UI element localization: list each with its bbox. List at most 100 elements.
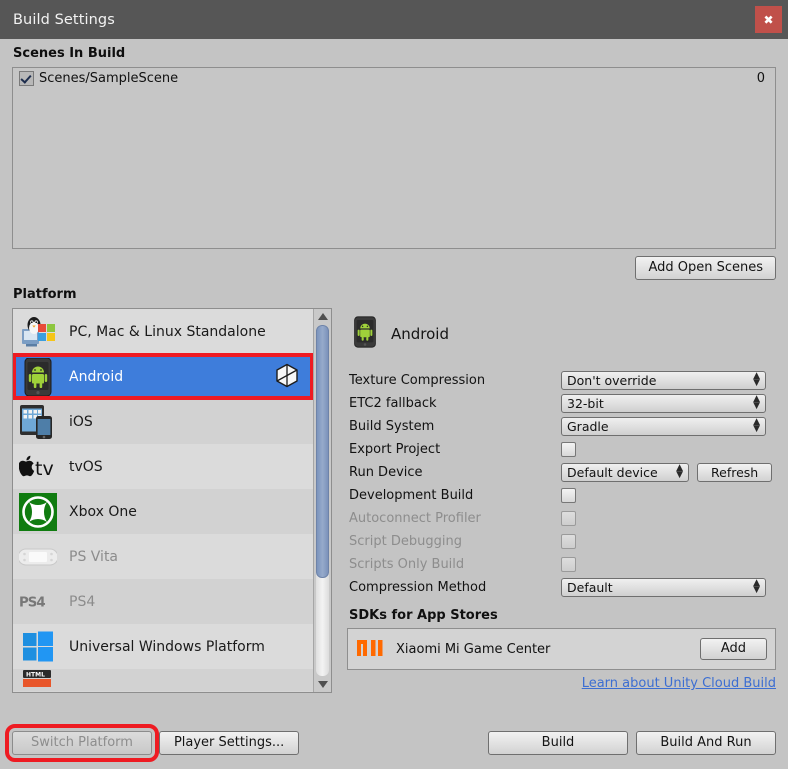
xiaomi-mi-icon (356, 636, 384, 663)
platform-item-webgl[interactable]: HTML (13, 669, 313, 691)
scripts-only-build-label: Scripts Only Build (347, 557, 561, 572)
compression-method-label: Compression Method (347, 580, 561, 595)
svg-text:tv: tv (35, 458, 54, 479)
run-device-label: Run Device (347, 465, 561, 480)
platform-item-label: iOS (69, 414, 93, 430)
pc-mac-linux-icon (19, 313, 57, 351)
sdk-list-item: Xiaomi Mi Game Center Add (347, 628, 776, 670)
platform-settings-panel: Android Texture Compression Don't overri… (347, 308, 776, 693)
platform-item-tvos[interactable]: tv tvOS (13, 444, 313, 489)
platform-item-label: tvOS (69, 459, 103, 475)
build-system-label: Build System (347, 419, 561, 434)
scripts-only-build-row: Scripts Only Build (347, 553, 776, 575)
platform-item-android[interactable]: Android (13, 354, 313, 399)
sdk-add-button[interactable]: Add (700, 638, 767, 660)
xbox-one-icon (19, 493, 57, 531)
texture-compression-label: Texture Compression (347, 373, 561, 388)
texture-compression-value: Don't override (567, 373, 747, 388)
autoconnect-profiler-label: Autoconnect Profiler (347, 511, 561, 526)
platform-item-label: PS Vita (69, 549, 118, 565)
tvos-icon: tv (19, 448, 57, 486)
platform-item-ps4[interactable]: PS4 PS4 (13, 579, 313, 624)
compression-method-dropdown[interactable]: Default ▲▼ (561, 578, 766, 597)
add-open-scenes-row: Add Open Scenes (12, 256, 776, 280)
chevron-updown-icon: ▲▼ (676, 465, 683, 479)
platform-item-label: PS4 (69, 594, 95, 610)
scene-enabled-checkbox[interactable] (19, 71, 34, 86)
ps-vita-icon (19, 538, 57, 576)
footer-bar: Switch Platform Player Settings... Build… (12, 731, 776, 755)
script-debugging-checkbox (561, 534, 576, 549)
scene-index-label: 0 (757, 71, 768, 86)
sdk-name-label: Xiaomi Mi Game Center (396, 642, 700, 657)
unity-current-platform-icon (274, 362, 300, 391)
selected-platform-header: Android (353, 316, 776, 351)
footer-right-group: Build Build And Run (488, 731, 776, 755)
scene-path-label: Scenes/SampleScene (39, 71, 757, 86)
run-device-value: Default device (567, 465, 670, 480)
cloud-build-link[interactable]: Learn about Unity Cloud Build (582, 676, 776, 691)
close-icon[interactable]: ✖ (755, 6, 782, 33)
switch-platform-button[interactable]: Switch Platform (12, 731, 152, 755)
etc2-fallback-dropdown[interactable]: 32-bit ▲▼ (561, 394, 766, 413)
script-debugging-label: Script Debugging (347, 534, 561, 549)
export-project-checkbox[interactable] (561, 442, 576, 457)
platform-item-xbox-one[interactable]: Xbox One (13, 489, 313, 534)
scroll-down-icon[interactable] (318, 681, 328, 688)
platform-item-universal-windows-platform[interactable]: Universal Windows Platform (13, 624, 313, 669)
chevron-updown-icon: ▲▼ (753, 396, 760, 410)
scripts-only-build-checkbox (561, 557, 576, 572)
player-settings-button[interactable]: Player Settings... (159, 731, 299, 755)
platform-list-scrollbar[interactable] (313, 309, 331, 692)
cloud-build-link-row: Learn about Unity Cloud Build (347, 676, 776, 691)
sdks-heading: SDKs for App Stores (349, 608, 776, 623)
scenes-in-build-list[interactable]: Scenes/SampleScene 0 (12, 67, 776, 249)
dialog-body: Scenes In Build Scenes/SampleScene 0 Add… (0, 46, 788, 769)
platform-item-label: PC, Mac & Linux Standalone (69, 324, 266, 340)
texture-compression-dropdown[interactable]: Don't override ▲▼ (561, 371, 766, 390)
chevron-updown-icon: ▲▼ (753, 419, 760, 433)
build-button[interactable]: Build (488, 731, 628, 755)
platform-item-ios[interactable]: iOS (13, 399, 313, 444)
etc2-fallback-row: ETC2 fallback 32-bit ▲▼ (347, 392, 776, 414)
build-system-dropdown[interactable]: Gradle ▲▼ (561, 417, 766, 436)
selected-platform-name: Android (391, 325, 449, 343)
build-system-value: Gradle (567, 419, 747, 434)
window-titlebar: Build Settings ✖ (0, 0, 788, 39)
export-project-row: Export Project (347, 438, 776, 460)
scene-list-item[interactable]: Scenes/SampleScene 0 (13, 68, 775, 89)
scenes-in-build-heading: Scenes In Build (13, 46, 776, 61)
platform-item-label: Android (69, 369, 123, 385)
scroll-up-icon[interactable] (318, 313, 328, 320)
add-open-scenes-button[interactable]: Add Open Scenes (635, 256, 776, 280)
platform-list-container: PC, Mac & Linux Standalone (12, 308, 332, 693)
platform-list[interactable]: PC, Mac & Linux Standalone (13, 309, 313, 692)
etc2-fallback-value: 32-bit (567, 396, 747, 411)
export-project-label: Export Project (347, 442, 561, 457)
window-title: Build Settings (13, 12, 115, 28)
chevron-updown-icon: ▲▼ (753, 580, 760, 594)
compression-method-row: Compression Method Default ▲▼ (347, 576, 776, 598)
ps4-icon: PS4 (19, 583, 57, 621)
svg-text:PS4: PS4 (19, 595, 45, 609)
scrollbar-thumb[interactable] (316, 325, 329, 578)
development-build-checkbox[interactable] (561, 488, 576, 503)
autoconnect-profiler-checkbox (561, 511, 576, 526)
android-icon (19, 358, 57, 396)
autoconnect-profiler-row: Autoconnect Profiler (347, 507, 776, 529)
windows-icon (19, 628, 57, 666)
run-device-row: Run Device Default device ▲▼ Refresh (347, 461, 776, 483)
platform-item-ps-vita[interactable]: PS Vita (13, 534, 313, 579)
ios-icon (19, 403, 57, 441)
development-build-label: Development Build (347, 488, 561, 503)
platform-item-label: Universal Windows Platform (69, 639, 265, 655)
footer-left-group: Switch Platform Player Settings... (12, 731, 299, 755)
refresh-button[interactable]: Refresh (697, 463, 772, 482)
scrollbar-track[interactable] (316, 325, 329, 676)
platform-item-pc-mac-linux-standalone[interactable]: PC, Mac & Linux Standalone (13, 309, 313, 354)
android-icon (353, 316, 377, 351)
build-and-run-button[interactable]: Build And Run (636, 731, 776, 755)
platform-area: PC, Mac & Linux Standalone (12, 308, 776, 693)
chevron-updown-icon: ▲▼ (753, 373, 760, 387)
run-device-dropdown[interactable]: Default device ▲▼ (561, 463, 689, 482)
